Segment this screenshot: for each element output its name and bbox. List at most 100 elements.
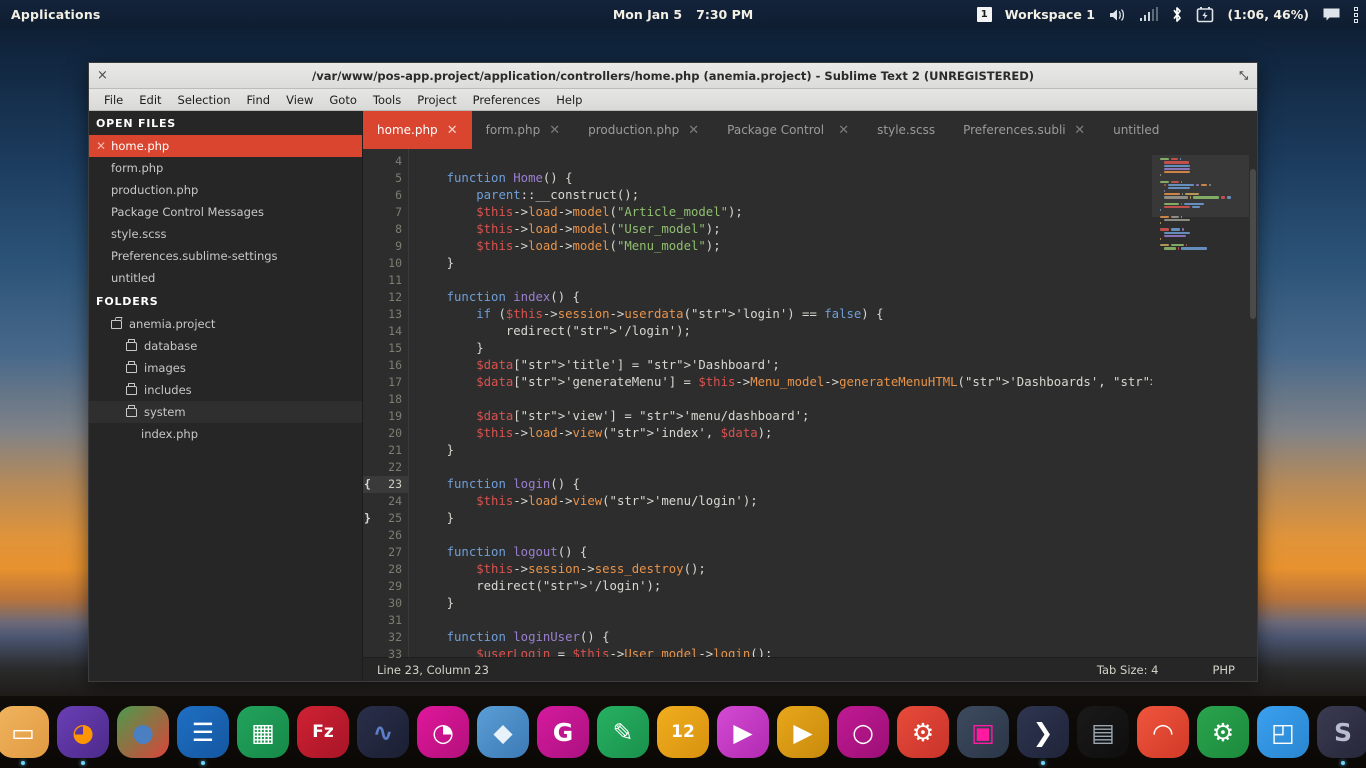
dock-item-dolphin[interactable]: ∿ xyxy=(357,706,409,758)
wifi-icon[interactable]: ◠ xyxy=(1137,706,1189,758)
menu-item-preferences[interactable]: Preferences xyxy=(465,91,549,109)
dock-item-firefox[interactable]: ◕ xyxy=(57,706,109,765)
dock-item-filezilla[interactable]: Fz xyxy=(297,706,349,758)
dock-item-wifi[interactable]: ◠ xyxy=(1137,706,1189,758)
sidebar-item-project-root[interactable]: anemia.project xyxy=(89,313,362,335)
tab-package-control-m[interactable]: Package Control M ✕ xyxy=(713,111,863,149)
sidebar-open-file-3[interactable]: Package Control Messages xyxy=(89,201,362,223)
tab-form-php[interactable]: form.php ✕ xyxy=(472,111,575,149)
sidebar-folder-database[interactable]: database xyxy=(89,335,362,357)
dock-item-chrome[interactable]: ● xyxy=(117,706,169,758)
videoplayer-icon[interactable]: ▶ xyxy=(777,706,829,758)
sublime-icon[interactable]: S xyxy=(1317,706,1366,758)
chrome-icon[interactable]: ● xyxy=(117,706,169,758)
tab-close-icon[interactable]: ✕ xyxy=(688,124,699,137)
code-viewport[interactable]: function Home() { parent::__construct();… xyxy=(408,149,1152,657)
mediaplayer-icon[interactable]: ▶ xyxy=(717,706,769,758)
tab-preferences-sublim[interactable]: Preferences.sublim ✕ xyxy=(949,111,1099,149)
tab-style-scss[interactable]: style.scss xyxy=(863,111,949,149)
screenshot-icon[interactable]: ▣ xyxy=(957,706,1009,758)
gimp-icon[interactable]: ◔ xyxy=(417,706,469,758)
dock-item-settings[interactable]: ⚙ xyxy=(897,706,949,758)
dock-item-notes[interactable]: ✎ xyxy=(597,706,649,758)
signal-icon[interactable] xyxy=(1139,7,1159,21)
dock-item-toggles[interactable]: ⚙ xyxy=(1197,706,1249,758)
syntax-indicator[interactable]: PHP xyxy=(1212,663,1235,677)
glade-icon[interactable]: G xyxy=(537,706,589,758)
close-icon[interactable]: ✕ xyxy=(96,139,106,153)
volume-icon[interactable] xyxy=(1108,7,1127,23)
save-icon[interactable]: ▤ xyxy=(1077,706,1129,758)
filezilla-icon[interactable]: Fz xyxy=(297,706,349,758)
toggles-icon[interactable]: ⚙ xyxy=(1197,706,1249,758)
tab-close-icon[interactable]: ✕ xyxy=(1074,124,1085,137)
dock-item-calc[interactable]: ▦ xyxy=(237,706,289,758)
menu-item-selection[interactable]: Selection xyxy=(170,91,239,109)
firefox-icon[interactable]: ◕ xyxy=(57,706,109,758)
sidebar-open-file-4[interactable]: style.scss xyxy=(89,223,362,245)
tab-size-indicator[interactable]: Tab Size: 4 xyxy=(1097,663,1159,677)
tab-home-php[interactable]: home.php ✕ xyxy=(363,111,472,149)
tab-production-php[interactable]: production.php ✕ xyxy=(574,111,713,149)
tab-close-icon[interactable]: ✕ xyxy=(838,124,849,137)
inkscape-icon[interactable]: ◆ xyxy=(477,706,529,758)
sidebar-open-file-0[interactable]: ✕ home.php xyxy=(89,135,362,157)
dolphin-icon[interactable]: ∿ xyxy=(357,706,409,758)
search-icon[interactable]: ○ xyxy=(837,706,889,758)
dock-item-screenshot[interactable]: ▣ xyxy=(957,706,1009,758)
dock-item-inkscape[interactable]: ◆ xyxy=(477,706,529,758)
writer-icon[interactable]: ☰ xyxy=(177,706,229,758)
menu-item-view[interactable]: View xyxy=(278,91,321,109)
sidebar-open-file-6[interactable]: untitled xyxy=(89,267,362,289)
sidebar-open-file-2[interactable]: production.php xyxy=(89,179,362,201)
dock-item-glade[interactable]: G xyxy=(537,706,589,758)
sidebar-open-file-1[interactable]: form.php xyxy=(89,157,362,179)
maximize-icon[interactable]: ⤡ xyxy=(1239,69,1248,83)
menu-item-file[interactable]: File xyxy=(96,91,131,109)
dock-item-writer[interactable]: ☰ xyxy=(177,706,229,765)
dock-item-search[interactable]: ○ xyxy=(837,706,889,758)
menu-item-edit[interactable]: Edit xyxy=(131,91,169,109)
applications-menu[interactable]: Applications xyxy=(11,7,101,22)
menu-item-find[interactable]: Find xyxy=(239,91,279,109)
dock-item-mediaplayer[interactable]: ▶ xyxy=(717,706,769,758)
battery-icon[interactable] xyxy=(1196,6,1214,23)
tab-untitled[interactable]: untitled xyxy=(1099,111,1173,149)
minimap-scrollbar[interactable] xyxy=(1250,169,1256,319)
dock-item-calendar[interactable]: 12 xyxy=(657,706,709,758)
dock-item-sublime[interactable]: S xyxy=(1317,706,1366,765)
notification-icon[interactable] xyxy=(1322,7,1341,22)
dock-item-terminal[interactable]: ❯ xyxy=(1017,706,1069,765)
workspace-label[interactable]: Workspace 1 xyxy=(1005,7,1095,22)
menu-grid-icon[interactable] xyxy=(1354,6,1358,23)
code-content[interactable]: function Home() { parent::__construct();… xyxy=(409,149,1152,657)
dock-item-save[interactable]: ▤ xyxy=(1077,706,1129,758)
dock-item-videoplayer[interactable]: ▶ xyxy=(777,706,829,758)
menu-item-help[interactable]: Help xyxy=(548,91,590,109)
windows-icon[interactable]: ◰ xyxy=(1257,706,1309,758)
sidebar-folder-images[interactable]: images xyxy=(89,357,362,379)
dock-item-files[interactable]: ▭ xyxy=(0,706,49,765)
close-icon[interactable]: × xyxy=(97,69,108,82)
dock-item-windows[interactable]: ◰ xyxy=(1257,706,1309,758)
sidebar-folder-includes[interactable]: includes xyxy=(89,379,362,401)
sidebar-open-file-5[interactable]: Preferences.sublime-settings xyxy=(89,245,362,267)
dock-item-gimp[interactable]: ◔ xyxy=(417,706,469,758)
bluetooth-icon[interactable] xyxy=(1171,6,1183,23)
tab-close-icon[interactable]: ✕ xyxy=(549,124,560,137)
minimap[interactable] xyxy=(1152,149,1257,657)
settings-icon[interactable]: ⚙ xyxy=(897,706,949,758)
clock[interactable]: Mon Jan 5 7:30 PM xyxy=(613,7,753,22)
tab-close-icon[interactable]: ✕ xyxy=(447,124,458,137)
menu-item-goto[interactable]: Goto xyxy=(321,91,365,109)
workspace-number[interactable]: 1 xyxy=(976,7,992,22)
sidebar-file-index.php[interactable]: index.php xyxy=(89,423,362,445)
calc-icon[interactable]: ▦ xyxy=(237,706,289,758)
calendar-icon[interactable]: 12 xyxy=(657,706,709,758)
notes-icon[interactable]: ✎ xyxy=(597,706,649,758)
files-icon[interactable]: ▭ xyxy=(0,706,49,758)
sidebar-folder-system[interactable]: system xyxy=(89,401,362,423)
menu-item-tools[interactable]: Tools xyxy=(365,91,409,109)
terminal-icon[interactable]: ❯ xyxy=(1017,706,1069,758)
menu-item-project[interactable]: Project xyxy=(409,91,464,109)
